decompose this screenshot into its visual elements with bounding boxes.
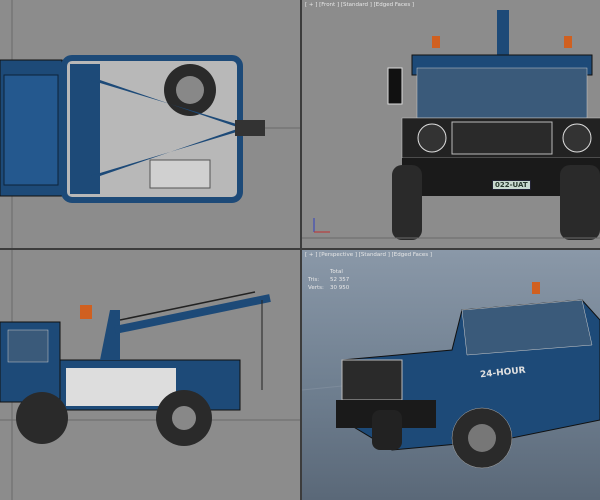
truck-side-view (0, 250, 300, 500)
truck-front-view (302, 10, 600, 240)
truck-perspective-view (302, 282, 600, 469)
truck-top-view (0, 0, 300, 248)
viewport-top[interactable] (0, 0, 300, 248)
license-plate: 022-UAT (492, 180, 531, 190)
viewport-front[interactable]: [ + ] [Front ] [Standard ] [Edged Faces … (302, 0, 600, 248)
viewport-left[interactable] (0, 250, 300, 500)
viewport-perspective[interactable]: [ + ] [Perspective ] [Standard ] [Edged … (302, 250, 600, 500)
